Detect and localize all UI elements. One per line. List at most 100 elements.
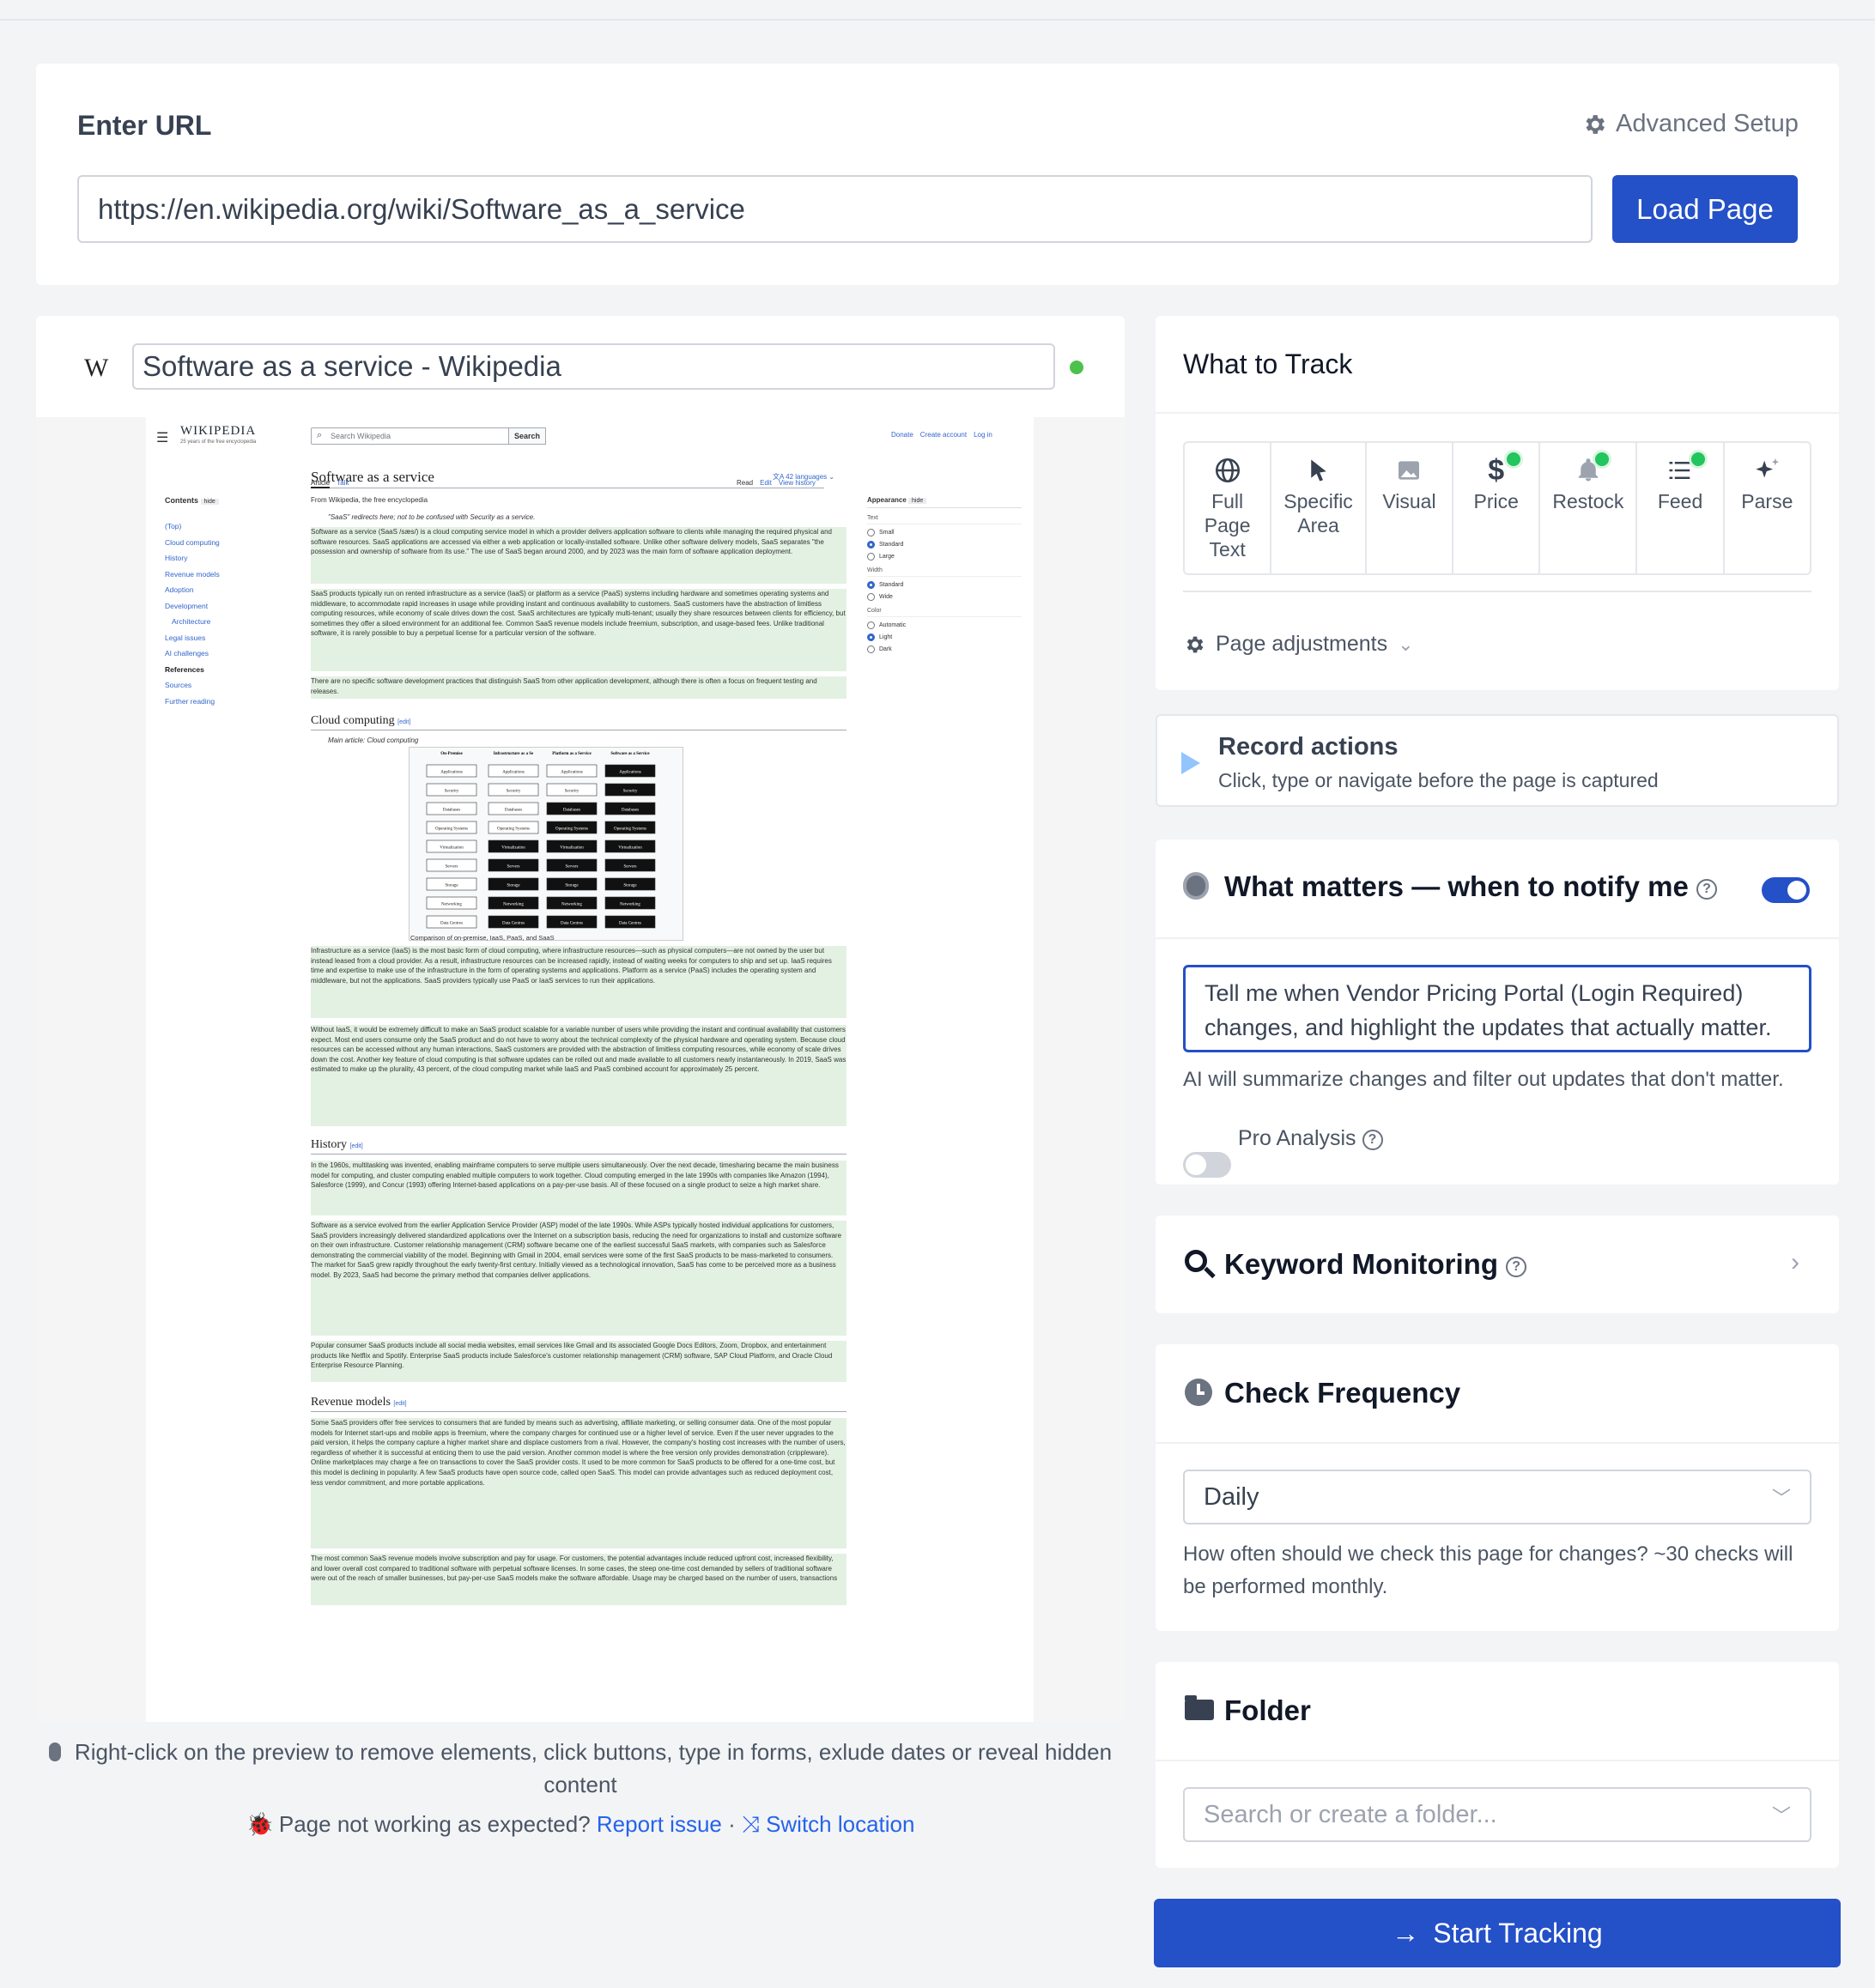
load-page-button[interactable]: Load Page bbox=[1612, 175, 1798, 243]
saas-diagram[interactable]: On-Premise Applications Security Databases O… bbox=[409, 747, 683, 941]
gear-icon bbox=[1186, 636, 1204, 652]
start-tracking-button[interactable]: → Start Tracking bbox=[1154, 1899, 1841, 1967]
appearance-group-label: Width bbox=[867, 567, 1022, 577]
report-issue-link[interactable]: Report issue bbox=[597, 1811, 722, 1837]
toc-item[interactable]: Cloud computing bbox=[165, 535, 220, 551]
frequency-select[interactable]: Daily ﹀ bbox=[1183, 1470, 1811, 1524]
wiki-tab-edit[interactable]: Edit bbox=[760, 479, 772, 487]
notify-prompt-textarea[interactable]: Tell me when Vendor Pricing Portal (Logi… bbox=[1183, 965, 1811, 1052]
wiki-hatnote: "SaaS" redirects here; not to be confuse… bbox=[328, 513, 536, 521]
diagram-cell-label: Data Centres bbox=[440, 922, 463, 926]
toc-item[interactable]: References bbox=[165, 662, 220, 678]
appearance-hide[interactable]: hide bbox=[908, 498, 927, 504]
wiki-paragraph: Without IaaS, it would be extremely diff… bbox=[311, 1025, 846, 1126]
bug-icon: 🐞 bbox=[246, 1811, 274, 1837]
wiki-paragraph: Some SaaS providers offer free services … bbox=[311, 1418, 846, 1549]
globe-icon bbox=[1213, 455, 1242, 486]
pro-analysis-toggle[interactable] bbox=[1183, 1152, 1231, 1178]
track-option-label: Specific Area bbox=[1283, 490, 1353, 536]
notify-toggle[interactable] bbox=[1762, 877, 1810, 903]
wikipedia-page[interactable]: ☰ WIKIPEDIA 25 years of the free encyclo… bbox=[146, 417, 1034, 1722]
wiki-top-links: Donate Create account Log in bbox=[891, 431, 992, 439]
appearance-option-label: Dark bbox=[879, 646, 892, 652]
wiki-tab-history[interactable]: View history bbox=[779, 479, 816, 487]
preview-page-title: Software as a service - Wikipedia bbox=[132, 343, 1055, 390]
frequency-value: Daily bbox=[1204, 1482, 1259, 1511]
toc-item[interactable]: Revenue models bbox=[165, 567, 220, 583]
url-card bbox=[36, 64, 1839, 285]
appearance-option[interactable]: Wide bbox=[867, 593, 1022, 601]
toc-item[interactable]: AI challenges bbox=[165, 645, 220, 662]
toc-item[interactable]: Legal issues bbox=[165, 630, 220, 646]
track-option-full-page-text[interactable]: Full Page Text bbox=[1185, 443, 1272, 573]
wiki-tab-talk[interactable]: Talk bbox=[337, 479, 349, 488]
mouse-icon bbox=[48, 1743, 61, 1761]
radio-icon bbox=[867, 621, 875, 629]
menu-icon[interactable]: ☰ bbox=[156, 429, 168, 446]
track-option-price[interactable]: $ Price bbox=[1453, 443, 1541, 573]
track-option-restock[interactable]: Restock bbox=[1540, 443, 1638, 573]
wiki-from: From Wikipedia, the free encyclopedia bbox=[311, 496, 428, 504]
diagram-cell-label: Storage bbox=[565, 884, 579, 888]
folder-search-input[interactable]: Search or create a folder... ﹀ bbox=[1183, 1787, 1811, 1842]
toc-item[interactable]: Further reading bbox=[165, 694, 220, 710]
appearance-option[interactable]: Large bbox=[867, 553, 1022, 561]
help-icon[interactable]: ? bbox=[1696, 879, 1718, 900]
track-option-parse[interactable]: Parse bbox=[1725, 443, 1810, 573]
appearance-option-label: Small bbox=[879, 530, 895, 536]
wiki-login-link[interactable]: Log in bbox=[974, 431, 992, 439]
appearance-group-label: Text bbox=[867, 515, 1022, 524]
page-adjustments-toggle[interactable]: Page adjustments ⌄ bbox=[1183, 632, 1414, 657]
track-option-feed[interactable]: Feed bbox=[1637, 443, 1725, 573]
appearance-option[interactable]: Standard bbox=[867, 581, 1022, 589]
switch-location-link[interactable]: Switch location bbox=[766, 1811, 914, 1837]
appearance-option-label: Automatic bbox=[879, 622, 907, 628]
cursor-icon bbox=[1306, 455, 1332, 486]
help-icon[interactable]: ? bbox=[1362, 1130, 1383, 1150]
diagram-cell-label: Virtualization bbox=[440, 846, 464, 851]
track-option-specific-area[interactable]: Specific Area bbox=[1271, 443, 1367, 573]
page-preview[interactable]: ☰ WIKIPEDIA 25 years of the free encyclo… bbox=[36, 417, 1125, 1722]
track-option-label: Full Page Text bbox=[1204, 490, 1251, 561]
wiki-logo[interactable]: WIKIPEDIA bbox=[180, 424, 256, 439]
diagram-cell-label: Operating Systems bbox=[555, 827, 588, 832]
chevron-down-icon: ﹀ bbox=[1771, 1805, 1791, 1827]
diagram-cell-label: Security bbox=[565, 790, 579, 794]
wiki-tab-read[interactable]: Read bbox=[737, 479, 753, 487]
toc-item[interactable]: Development bbox=[165, 598, 220, 615]
wiki-logo-sub: 25 years of the free encyclopedia bbox=[180, 439, 257, 445]
advanced-setup-button[interactable]: Advanced Setup bbox=[1581, 110, 1799, 138]
wiki-search-input[interactable]: Search Wikipedia ⌕ Search bbox=[311, 427, 546, 445]
url-input[interactable]: https://en.wikipedia.org/wiki/Software_a… bbox=[77, 175, 1593, 243]
toc-item[interactable]: History bbox=[165, 550, 220, 567]
toc-item[interactable]: Sources bbox=[165, 677, 220, 694]
appearance-option[interactable]: Light bbox=[867, 633, 1022, 641]
preview-help-text: Right-click on the preview to remove ele… bbox=[46, 1736, 1114, 1801]
wiki-tab-article[interactable]: Article bbox=[311, 479, 331, 488]
wiki-section-heading: History [edit] bbox=[311, 1138, 846, 1155]
diagram-column-label: Infrastructure as a Se bbox=[494, 752, 534, 756]
diagram-cell-label: Applications bbox=[619, 771, 641, 775]
diagram-cell-label: Operating Systems bbox=[497, 827, 530, 832]
track-option-label: Restock bbox=[1552, 490, 1624, 512]
appearance-option[interactable]: Dark bbox=[867, 645, 1022, 653]
appearance-option[interactable]: Standard bbox=[867, 541, 1022, 549]
appearance-option[interactable]: Small bbox=[867, 529, 1022, 536]
appearance-option[interactable]: Automatic bbox=[867, 621, 1022, 629]
toc-item[interactable]: Adoption bbox=[165, 582, 220, 598]
wiki-search-button[interactable]: Search bbox=[508, 427, 546, 445]
diagram-cell-label: Storage bbox=[445, 884, 458, 888]
toc-item[interactable]: Architecture bbox=[165, 614, 220, 630]
wiki-create-account-link[interactable]: Create account bbox=[920, 431, 967, 439]
advanced-setup-label: Advanced Setup bbox=[1616, 110, 1799, 137]
play-icon bbox=[1181, 752, 1200, 774]
wikipedia-favicon-icon: W bbox=[84, 354, 109, 382]
help-icon[interactable]: ? bbox=[1506, 1257, 1527, 1277]
diagram-column-label: On-Premise bbox=[440, 752, 463, 756]
dollar-icon: $ bbox=[1488, 454, 1505, 487]
toc-item[interactable]: (Top) bbox=[165, 518, 220, 535]
wiki-donate-link[interactable]: Donate bbox=[891, 431, 913, 439]
track-option-visual[interactable]: Visual bbox=[1367, 443, 1454, 573]
wiki-toc-hide[interactable]: hide bbox=[200, 499, 219, 505]
track-option-label: Parse bbox=[1741, 490, 1793, 512]
